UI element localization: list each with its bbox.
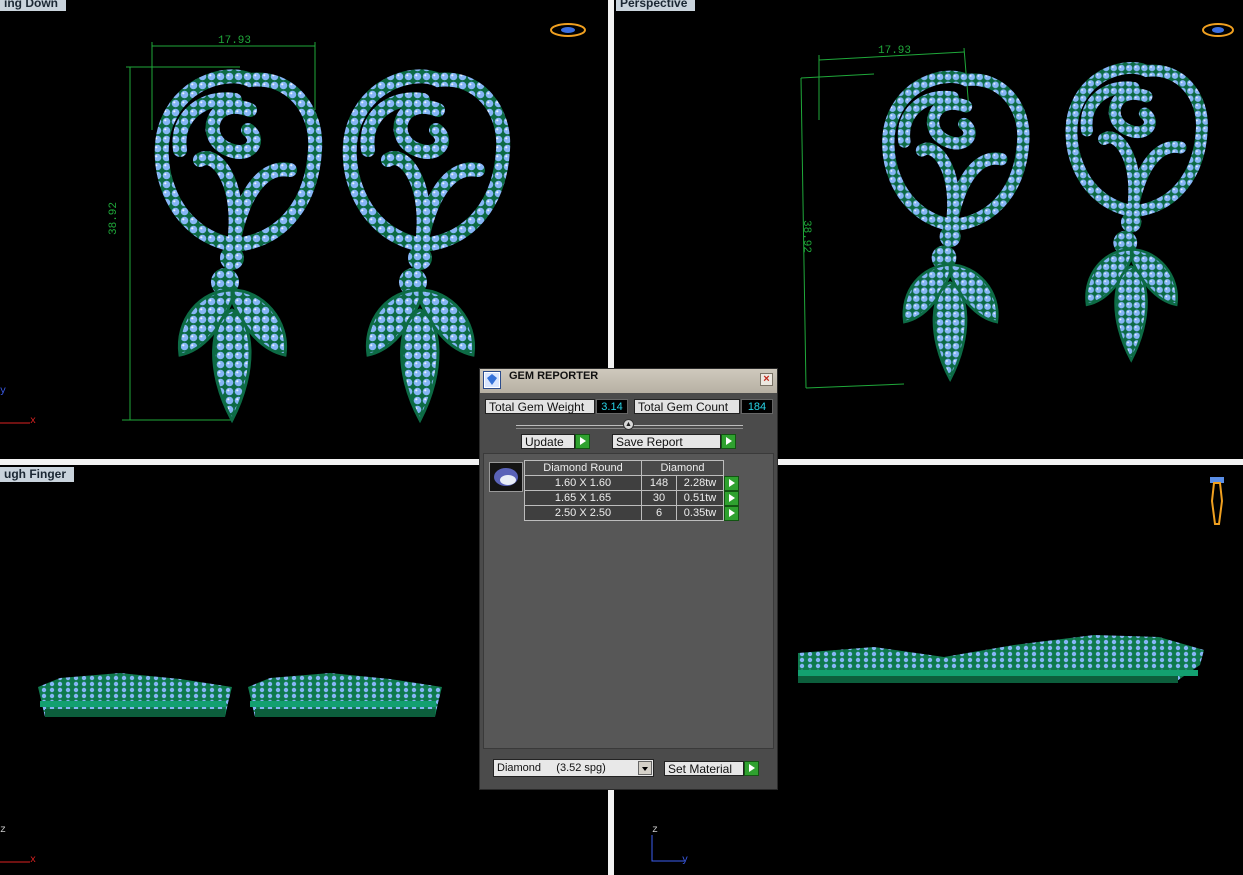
gem-reporter-titlebar[interactable]: GEM REPORTER × (480, 369, 777, 393)
gem-weight: 0.35tw (676, 505, 724, 521)
gem-weight: 0.51tw (676, 490, 724, 506)
axis-x-label: x (30, 855, 37, 866)
gem-count: 30 (641, 490, 677, 506)
gem-count: 6 (641, 505, 677, 521)
ring-stick-icon (1210, 477, 1224, 525)
dimension-width-label: 17.93 (878, 45, 912, 57)
chevron-down-icon[interactable] (638, 761, 652, 775)
dimension-height-label: 38.92 (800, 220, 812, 254)
gem-size: 1.65 X 1.65 (524, 490, 642, 506)
total-gem-count-label: Total Gem Count (634, 399, 740, 414)
earring-side-left (38, 673, 232, 717)
dimension-height-label: 38.92 (108, 201, 120, 235)
viewport-label: Perspective (616, 0, 696, 11)
axis-x-label: x (30, 416, 37, 427)
row-go-icon[interactable] (724, 475, 739, 491)
axis-z-label: z (0, 825, 7, 836)
viewport-label: ugh Finger (0, 467, 74, 482)
gem-reporter-title: GEM REPORTER (509, 370, 599, 382)
table-row[interactable]: 1.60 X 1.60 148 2.28tw (524, 475, 741, 491)
total-gem-count-value: 184 (741, 399, 773, 414)
axis-z-label: z (652, 825, 659, 836)
axis-y-label: y (0, 386, 7, 397)
row-go-icon[interactable] (724, 505, 739, 521)
gem-table: Diamond Round Diamond 1.60 X 1.60 148 2.… (524, 460, 741, 521)
update-go-icon[interactable] (575, 434, 590, 449)
table-row[interactable]: 2.50 X 2.50 6 0.35tw (524, 505, 741, 521)
dimension-width-label: 17.93 (218, 35, 252, 47)
gem-size: 1.60 X 1.60 (524, 475, 642, 491)
earring-left (154, 69, 323, 424)
table-header-shape: Diamond Round (524, 460, 642, 476)
close-button[interactable]: × (760, 373, 773, 386)
gem-reporter-panel: GEM REPORTER × Total Gem Weight 3.14 Tot… (479, 368, 778, 790)
set-material-button[interactable]: Set Material (664, 761, 744, 776)
axis-y-label: y (682, 855, 689, 866)
total-gem-weight-label: Total Gem Weight (485, 399, 595, 414)
gem-count: 148 (641, 475, 677, 491)
total-gem-weight-value: 3.14 (596, 399, 628, 414)
viewport-label: ing Down (0, 0, 66, 11)
material-select-value: Diamond (3.52 spg) (497, 762, 606, 774)
set-material-go-icon[interactable] (744, 761, 759, 776)
row-go-icon[interactable] (724, 490, 739, 506)
material-select[interactable]: Diamond (3.52 spg) (493, 759, 654, 777)
ring-view-icon (550, 23, 586, 37)
diamond-round-icon[interactable] (489, 462, 523, 492)
update-button[interactable]: Update (521, 434, 575, 449)
gem-weight: 2.28tw (676, 475, 724, 491)
save-report-button[interactable]: Save Report (612, 434, 721, 449)
save-report-go-icon[interactable] (721, 434, 736, 449)
earring-side-right (248, 673, 442, 717)
table-header-material: Diamond (641, 460, 724, 476)
collapse-toggle-icon[interactable]: ▲ (623, 419, 634, 430)
table-row[interactable]: 1.65 X 1.65 30 0.51tw (524, 490, 741, 506)
gem-reporter-icon (483, 371, 501, 389)
gem-size: 2.50 X 2.50 (524, 505, 642, 521)
